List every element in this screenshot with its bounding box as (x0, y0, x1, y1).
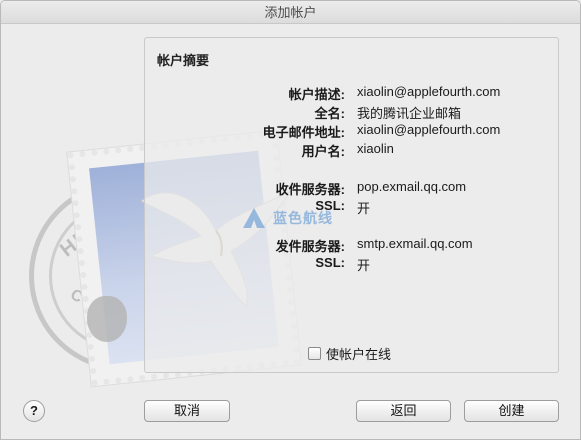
row-email-address: 电子邮件地址: xiaolin@applefourth.com (145, 122, 558, 140)
take-account-online-checkbox[interactable] (308, 347, 321, 360)
row-label: 电子邮件地址: (262, 125, 345, 140)
row-value: xiaolin@applefourth.com (357, 122, 501, 137)
row-value: 开 (357, 201, 371, 216)
row-label: 全名: (314, 106, 345, 121)
watermark: 蓝色航线 (239, 206, 333, 230)
row-label: 用户名: (301, 144, 345, 159)
row-label: 帐户描述: (288, 87, 345, 102)
add-account-window: 添加帐户 HELLO FR CUPERTINO, CA 帐户摘要 帐户描述: x… (0, 0, 581, 440)
summary-heading: 帐户摘要 (157, 53, 210, 68)
row-value: xiaolin@applefourth.com (357, 84, 501, 99)
row-label: SSL: (315, 255, 345, 270)
row-full-name: 全名: 我的腾讯企业邮箱 (145, 103, 558, 121)
watermark-text: 蓝色航线 (273, 210, 333, 226)
cancel-button[interactable]: 取消 (144, 400, 230, 422)
row-value: 开 (357, 258, 371, 273)
window-title: 添加帐户 (1, 1, 580, 24)
create-button[interactable]: 创建 (464, 400, 559, 422)
help-button[interactable]: ? (23, 400, 45, 422)
row-value: xiaolin (357, 141, 394, 156)
apple-logo-icon (87, 296, 127, 342)
row-value: smtp.exmail.qq.com (357, 236, 473, 251)
row-incoming-server: 收件服务器: pop.exmail.qq.com (145, 179, 558, 197)
row-value: 我的腾讯企业邮箱 (357, 106, 462, 121)
back-button[interactable]: 返回 (356, 400, 451, 422)
take-account-online-option[interactable]: 使帐户在线 (308, 344, 391, 363)
take-account-online-label: 使帐户在线 (326, 347, 392, 362)
row-outgoing-ssl: SSL: 开 (145, 255, 558, 273)
row-label: 发件服务器: (275, 239, 345, 254)
row-outgoing-server: 发件服务器: smtp.exmail.qq.com (145, 236, 558, 254)
row-incoming-ssl: SSL: 开 (145, 198, 558, 216)
row-account-description: 帐户描述: xiaolin@applefourth.com (145, 84, 558, 102)
row-label: 收件服务器: (275, 182, 345, 197)
row-value: pop.exmail.qq.com (357, 179, 467, 194)
account-summary-panel: 帐户摘要 帐户描述: xiaolin@applefourth.com 全名: 我… (144, 37, 559, 373)
watermark-logo-icon (243, 208, 265, 228)
row-username: 用户名: xiaolin (145, 141, 558, 159)
